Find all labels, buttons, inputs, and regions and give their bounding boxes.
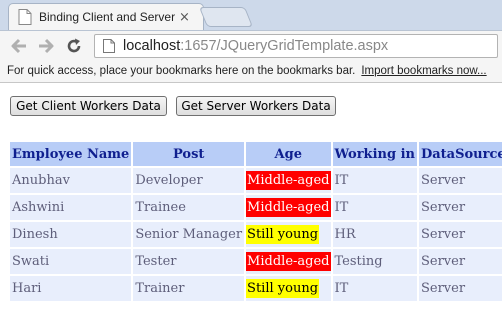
- post-cell: Tester: [133, 249, 245, 274]
- table-row: Dinesh Senior Manager Still young HR Server: [10, 222, 502, 247]
- get-client-workers-button[interactable]: Get Client Workers Data: [10, 96, 167, 116]
- back-arrow-icon: [11, 38, 26, 54]
- post-cell: Trainer: [133, 276, 245, 301]
- page-icon: [18, 9, 32, 25]
- age-badge: Middle-aged: [246, 252, 331, 271]
- reload-icon: [67, 38, 81, 53]
- bookmarks-hint: For quick access, place your bookmarks h…: [7, 65, 356, 77]
- post-cell: Trainee: [133, 195, 245, 220]
- working-in-cell: IT: [332, 168, 417, 193]
- table-row: Hari Trainer Still young IT Server: [10, 276, 502, 301]
- post-cell: Developer: [133, 168, 245, 193]
- forward-arrow-icon: [39, 38, 54, 54]
- age-cell: Still young: [246, 222, 331, 247]
- table-row: Ashwini Trainee Middle-aged IT Server: [10, 195, 502, 220]
- working-in-cell: IT: [332, 195, 417, 220]
- employee-name-cell: Ashwini: [10, 195, 132, 220]
- datasource-cell: Server: [418, 222, 502, 247]
- bookmarks-bar: For quick access, place your bookmarks h…: [0, 60, 502, 83]
- new-tab-button[interactable]: [198, 7, 254, 27]
- employee-name-cell: Anubhav: [10, 168, 132, 193]
- age-badge: Still young: [246, 279, 320, 298]
- import-bookmarks-link[interactable]: Import bookmarks now...: [361, 65, 486, 77]
- grid-header-row: Employee Name Post Age Working in DataSo…: [10, 142, 502, 166]
- datasource-cell: Server: [418, 276, 502, 301]
- employee-name-cell: Swati: [10, 249, 132, 274]
- working-in-cell: IT: [332, 276, 417, 301]
- back-button[interactable]: [8, 35, 30, 57]
- datasource-cell: Server: [418, 249, 502, 274]
- age-badge: Middle-aged: [246, 171, 331, 190]
- header-post: Post: [133, 142, 245, 166]
- age-cell: Middle-aged: [246, 249, 331, 274]
- age-badge: Still young: [246, 225, 320, 244]
- page-icon: [103, 39, 115, 53]
- table-row: Anubhav Developer Middle-aged IT Server: [10, 168, 502, 193]
- url-host: localhost: [123, 38, 181, 54]
- header-datasource: DataSource: [418, 142, 502, 166]
- employee-name-cell: Dinesh: [10, 222, 132, 247]
- working-in-cell: HR: [332, 222, 417, 247]
- datasource-cell: Server: [418, 195, 502, 220]
- url-text: localhost:1657/JQueryGridTemplate.aspx: [123, 38, 388, 54]
- age-cell: Middle-aged: [246, 168, 331, 193]
- age-badge: Middle-aged: [246, 198, 331, 217]
- header-working-in: Working in: [332, 142, 417, 166]
- age-cell: Middle-aged: [246, 195, 331, 220]
- browser-tab-active[interactable]: Binding Client and Server ×: [8, 3, 204, 30]
- get-server-workers-button[interactable]: Get Server Workers Data: [176, 96, 336, 116]
- reload-button[interactable]: [63, 35, 85, 57]
- post-cell: Senior Manager: [133, 222, 245, 247]
- workers-grid: Employee Name Post Age Working in DataSo…: [8, 140, 502, 303]
- address-bar[interactable]: localhost:1657/JQueryGridTemplate.aspx: [94, 34, 498, 58]
- tab-title: Binding Client and Server: [39, 10, 175, 24]
- url-path: :1657/JQueryGridTemplate.aspx: [180, 38, 389, 54]
- datasource-cell: Server: [418, 168, 502, 193]
- grid-body: Anubhav Developer Middle-aged IT Server Ashwi…: [10, 168, 502, 301]
- header-age: Age: [246, 142, 331, 166]
- forward-button[interactable]: [35, 35, 57, 57]
- header-employee-name: Employee Name: [10, 142, 132, 166]
- browser-tab-strip: Binding Client and Server ×: [0, 0, 502, 30]
- table-row: Swati Tester Middle-aged Testing Server: [10, 249, 502, 274]
- browser-toolbar: localhost:1657/JQueryGridTemplate.aspx: [0, 30, 502, 60]
- close-tab-icon[interactable]: ×: [179, 11, 190, 24]
- working-in-cell: Testing: [332, 249, 417, 274]
- age-cell: Still young: [246, 276, 331, 301]
- employee-name-cell: Hari: [10, 276, 132, 301]
